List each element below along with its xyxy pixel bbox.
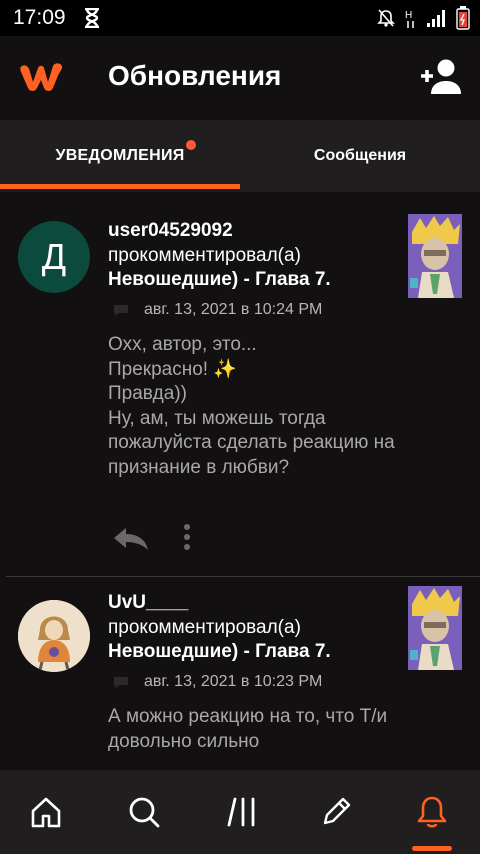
signal-bars-icon: [427, 10, 445, 27]
more-options-icon[interactable]: [180, 523, 194, 551]
library-icon: [227, 797, 255, 827]
nav-notifications[interactable]: [412, 792, 452, 832]
reply-icon[interactable]: [112, 526, 150, 552]
story-cover[interactable]: [408, 586, 462, 670]
divider: [6, 576, 480, 577]
battery-icon: [456, 6, 470, 30]
active-tab-indicator: [0, 184, 240, 189]
hourglass-icon: [84, 8, 99, 28]
pencil-icon: [323, 797, 351, 825]
cover-art: [408, 214, 462, 298]
status-time: 17:09: [13, 6, 66, 29]
avatar-letter: Д: [41, 236, 67, 277]
nav-write[interactable]: [316, 792, 356, 832]
nav-search[interactable]: [124, 792, 164, 832]
bell-icon: [417, 796, 447, 828]
action-text: прокомментировал(а): [108, 245, 301, 266]
action-text: прокомментировал(а): [108, 617, 301, 638]
comment-icon: [114, 305, 128, 316]
page-title: Обновления: [108, 60, 282, 91]
unread-dot: [186, 140, 196, 150]
username[interactable]: UvU____: [108, 592, 188, 614]
svg-text:H: H: [405, 10, 412, 21]
tab-messages[interactable]: Сообщения: [240, 120, 480, 192]
comment-text: А можно реакцию на то, что Т/и довольно …: [108, 706, 388, 752]
add-person-icon[interactable]: [418, 56, 462, 96]
notifications-muted-icon: [377, 9, 395, 27]
avatar[interactable]: Д: [18, 221, 90, 293]
timestamp-row: авг. 13, 2021 в 10:23 PM: [112, 673, 322, 691]
nav-active-indicator: [412, 846, 452, 851]
avatar[interactable]: [18, 600, 90, 672]
tab-bar: УВЕДОМЛЕНИЯ Сообщения: [0, 120, 480, 192]
story-title[interactable]: Невошедшие) - Глава 7.: [108, 269, 331, 291]
story-title[interactable]: Невошедшие) - Глава 7.: [108, 641, 331, 663]
tab-notifications-label: УВЕДОМЛЕНИЯ: [55, 147, 185, 164]
tab-notifications[interactable]: УВЕДОМЛЕНИЯ: [0, 120, 240, 192]
cover-art: [408, 586, 462, 670]
tab-messages-label: Сообщения: [313, 147, 407, 164]
nav-library[interactable]: [222, 792, 262, 832]
bottom-navigation: [0, 770, 480, 854]
app-bar: Обновления: [0, 36, 480, 120]
timestamp-row: авг. 13, 2021 в 10:24 PM: [112, 301, 322, 319]
notification-feed[interactable]: Д user04529092 прокомментировал(а) Невош…: [0, 192, 480, 770]
signal-h-icon: H: [405, 10, 414, 28]
wattpad-logo[interactable]: [16, 58, 68, 94]
status-bar: 17:09 H: [0, 0, 480, 36]
avatar-picture: [18, 600, 90, 672]
timestamp: авг. 13, 2021 в 10:23 PM: [144, 673, 323, 690]
comment-icon: [114, 677, 128, 688]
timestamp: авг. 13, 2021 в 10:24 PM: [144, 301, 323, 318]
username[interactable]: user04529092: [108, 220, 233, 242]
nav-home[interactable]: [26, 792, 66, 832]
story-cover[interactable]: [408, 214, 462, 298]
home-icon: [31, 797, 61, 828]
comment-text: Охх, автор, это... Прекрасно! ✨ Правда))…: [108, 334, 395, 478]
search-icon: [129, 797, 160, 828]
